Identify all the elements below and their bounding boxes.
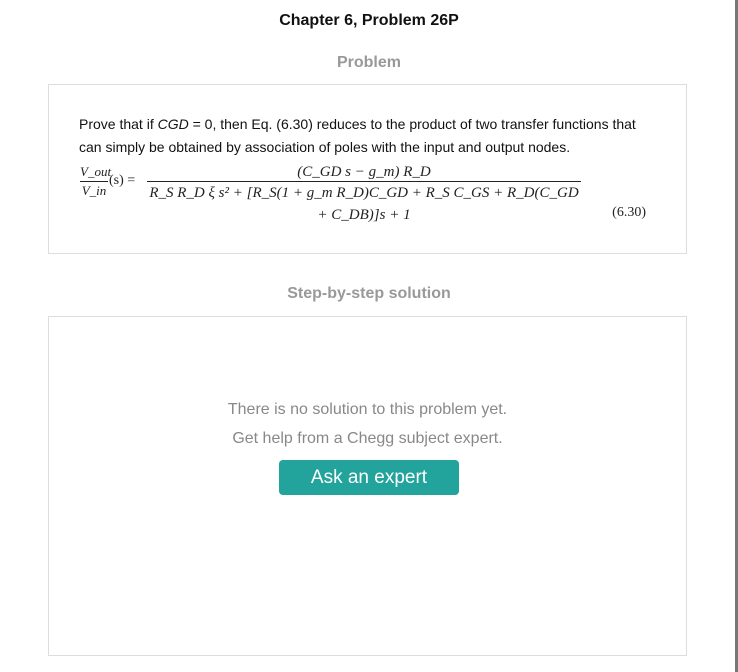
chapter-title: Chapter 6, Problem 26P: [279, 12, 459, 29]
problem-box: Prove that if CGD = 0, then Eq. (6.30) r…: [48, 84, 687, 254]
problem-text-variable: CGD: [157, 116, 189, 132]
problem-statement: Prove that if CGD = 0, then Eq. (6.30) r…: [79, 113, 659, 159]
ask-an-expert-button[interactable]: Ask an expert: [279, 460, 459, 495]
rhs-fraction: (C_GD s − g_m) R_D R_S R_D ξ s² + [R_S(1…: [147, 163, 581, 226]
equation-number: (6.30): [612, 205, 646, 220]
rhs-denominator: R_S R_D ξ s² + [R_S(1 + g_m R_D)C_GD + R…: [149, 185, 579, 223]
lhs-rest: (s) =: [109, 173, 136, 188]
problem-heading: Problem: [336, 54, 401, 71]
problem-text-prefix: Prove that if: [79, 116, 158, 132]
solution-heading: Step-by-step solution: [287, 285, 451, 302]
lhs-denominator: V_in: [81, 183, 107, 198]
no-solution-line1: There is no solution to this problem yet…: [227, 401, 508, 418]
no-solution-line2: Get help from a Chegg subject expert.: [232, 430, 503, 447]
lhs-numerator: V_out: [80, 163, 111, 182]
lhs-fraction: V_out V_in: [80, 163, 111, 200]
no-solution-message: There is no solution to this problem yet…: [49, 395, 686, 453]
solution-box: There is no solution to this problem yet…: [48, 316, 687, 656]
rhs-numerator: (C_GD s − g_m) R_D: [147, 163, 581, 182]
